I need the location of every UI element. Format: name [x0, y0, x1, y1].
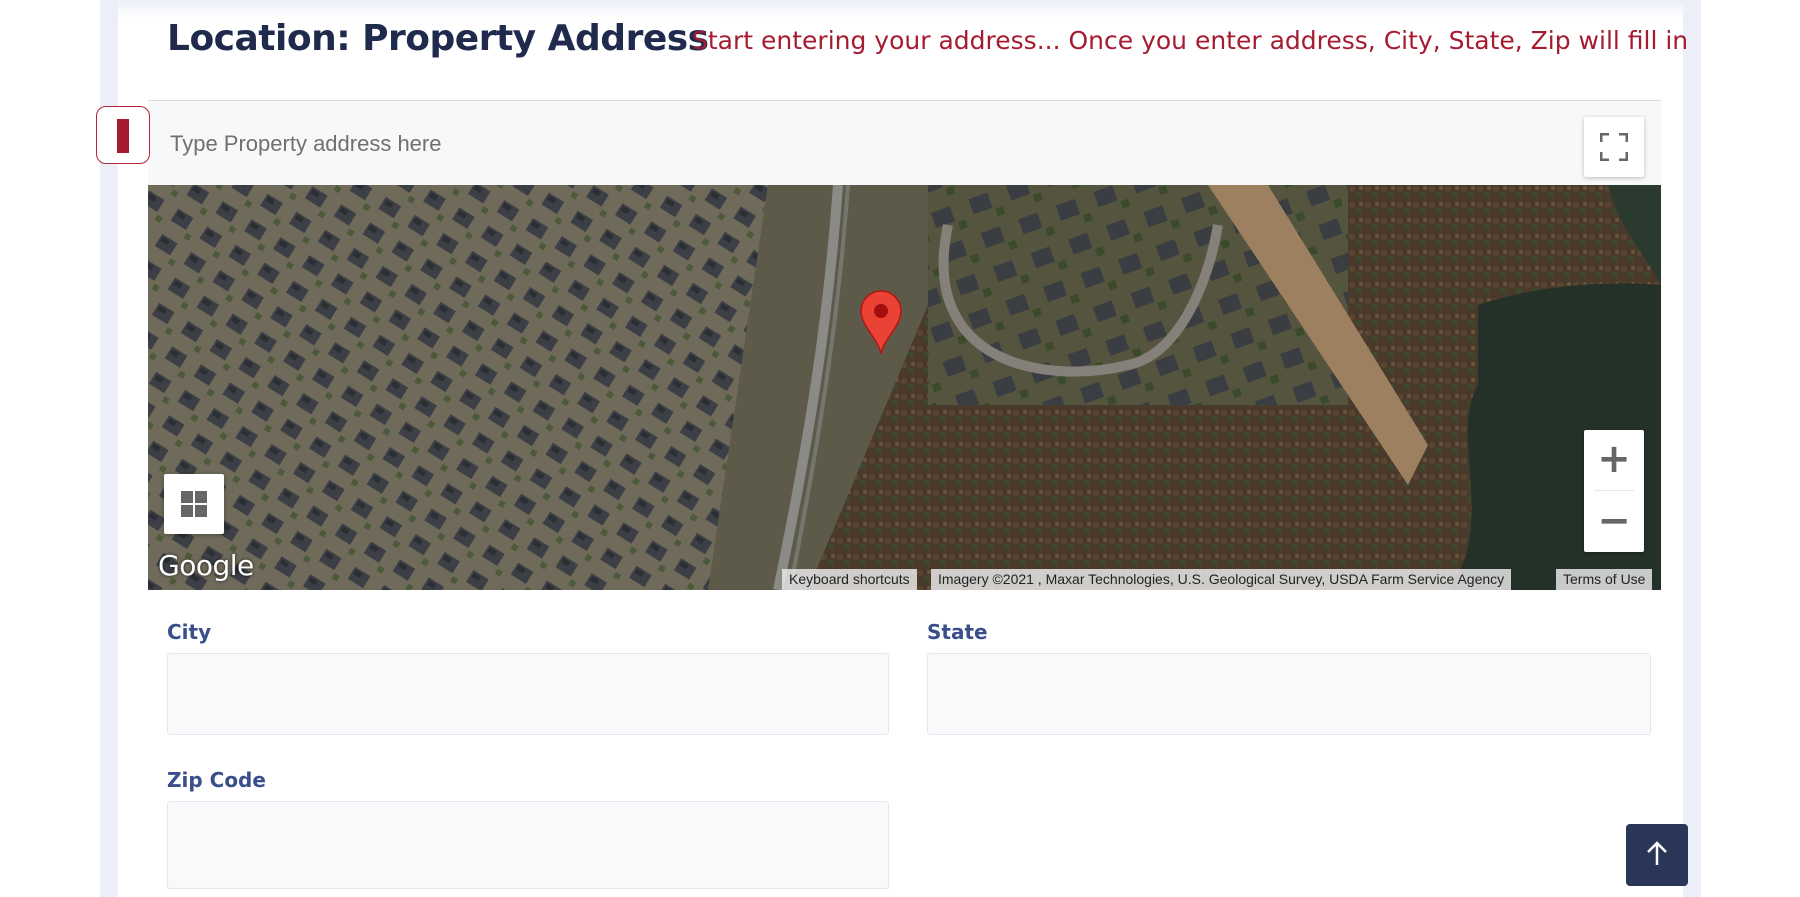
satellite-imagery	[148, 185, 1661, 590]
keyboard-shortcuts-link[interactable]: Keyboard shortcuts	[782, 569, 917, 590]
address-hint-text: Start entering your address... Once you …	[692, 26, 1689, 55]
section-title: Location: Property Address	[167, 18, 709, 59]
google-logo[interactable]: Google	[158, 549, 254, 582]
terms-of-use-link[interactable]: Terms of Use	[1556, 569, 1653, 590]
property-address-input[interactable]	[168, 123, 1472, 165]
location-pin-icon[interactable]	[859, 290, 903, 356]
zip-code-field[interactable]	[167, 801, 889, 889]
address-search-bar	[148, 101, 1661, 185]
map-type-icon	[181, 491, 207, 517]
map-type-button[interactable]	[164, 474, 224, 534]
state-field[interactable]	[927, 653, 1651, 735]
scroll-to-top-button[interactable]	[1626, 824, 1688, 886]
city-label: City	[167, 620, 212, 644]
fullscreen-icon	[1600, 133, 1628, 161]
state-label: State	[927, 620, 988, 644]
zoom-control: + −	[1584, 430, 1644, 552]
side-feedback-tab[interactable]	[96, 106, 150, 164]
panel-top-fade	[118, 0, 1683, 18]
imagery-attribution: Imagery ©2021 , Maxar Technologies, U.S.…	[931, 569, 1512, 590]
arrow-up-icon	[1647, 841, 1667, 865]
map-widget: + − Google Keyboard shortcuts Imagery ©2…	[148, 100, 1661, 590]
zoom-out-button[interactable]: −	[1584, 492, 1644, 552]
zoom-in-button[interactable]: +	[1584, 430, 1644, 490]
city-field[interactable]	[167, 653, 889, 735]
tab-bar-icon	[117, 119, 129, 153]
fullscreen-button[interactable]	[1584, 117, 1644, 177]
page-gutter-right	[1683, 0, 1701, 897]
zoom-divider	[1594, 490, 1634, 491]
satellite-map[interactable]: + − Google Keyboard shortcuts Imagery ©2…	[148, 185, 1661, 590]
zip-code-label: Zip Code	[167, 768, 266, 792]
